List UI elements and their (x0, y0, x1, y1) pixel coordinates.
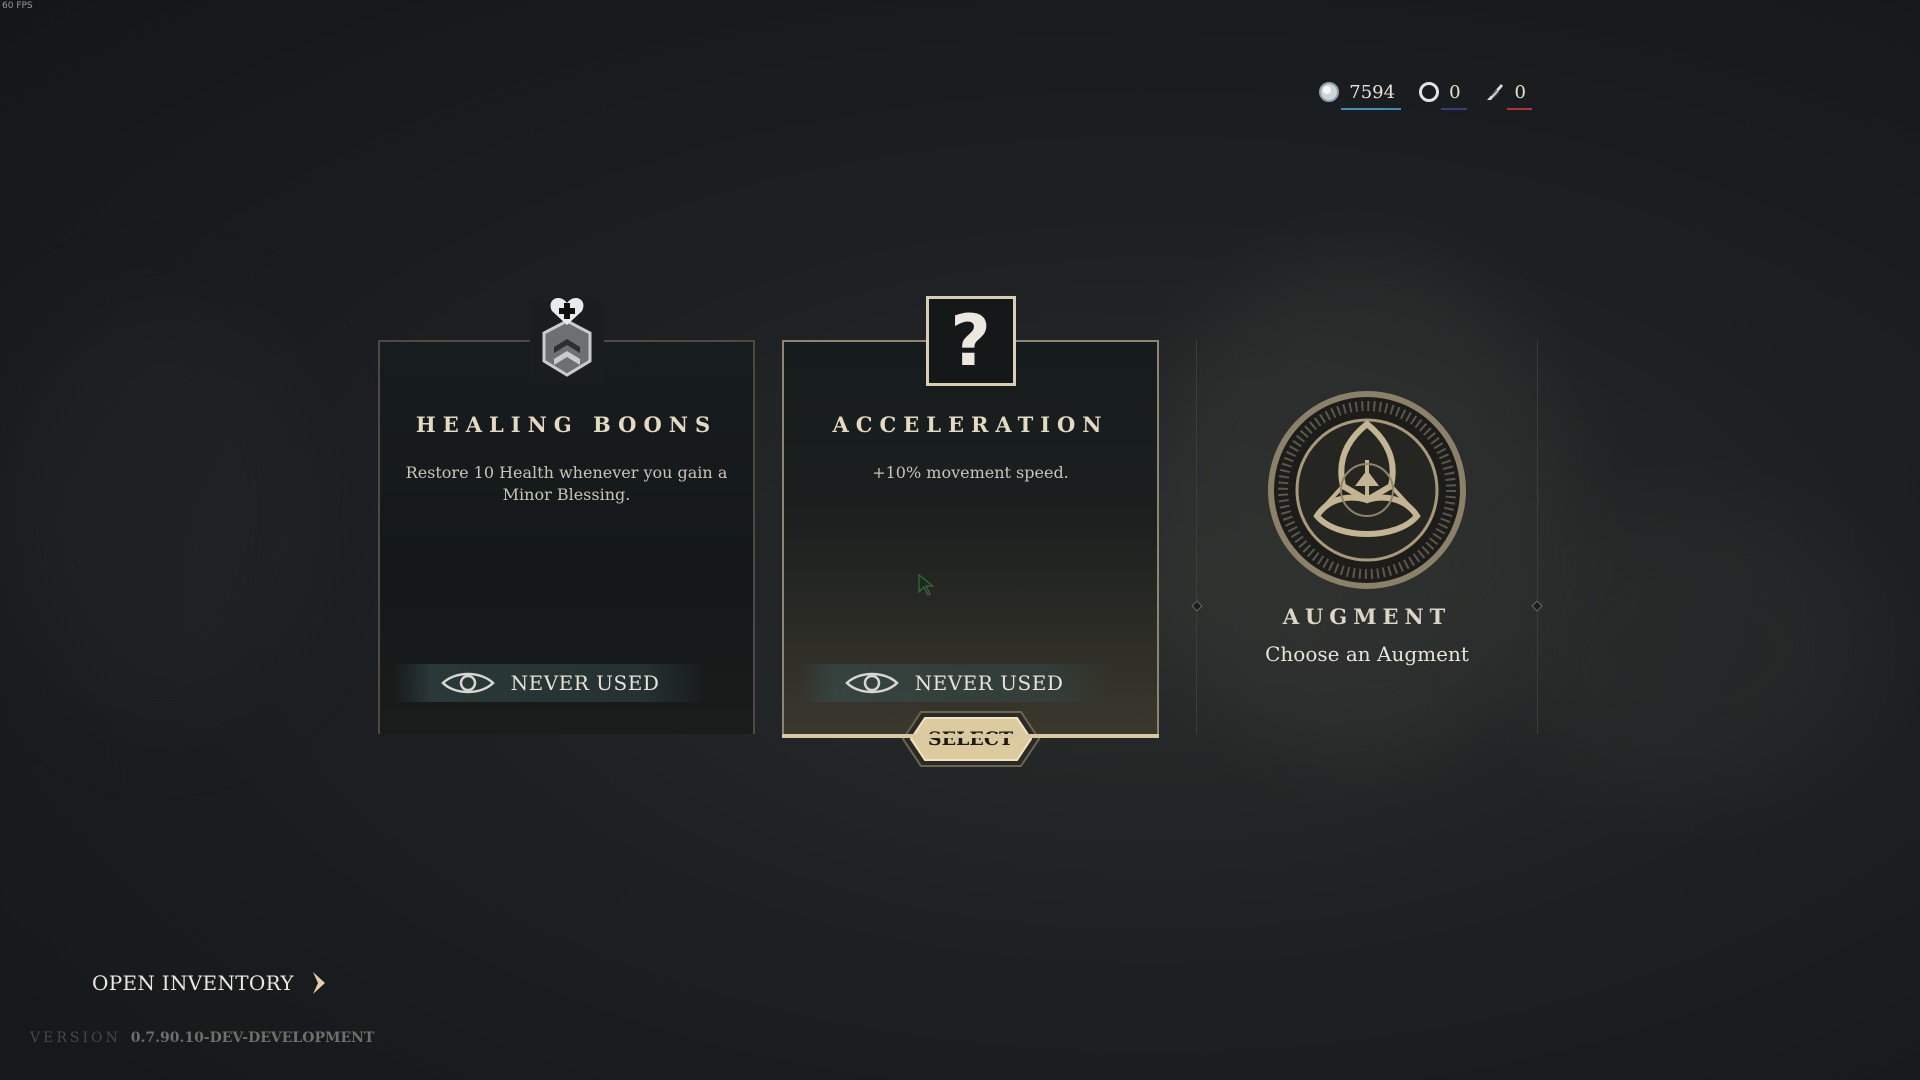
question-mark-icon: ? (925, 296, 1016, 386)
version-value: 0.7.90.10-DEV-DEVELOPMENT (130, 1030, 375, 1046)
chevron-right-icon (312, 972, 325, 994)
healing-shield-icon (522, 294, 612, 384)
usage-indicator: NEVER USED (394, 664, 706, 702)
currency-spirit-value: 7594 (1349, 81, 1396, 103)
currency-feather: 0 (1483, 80, 1532, 110)
spirit-orb-icon (1319, 82, 1340, 102)
augment-emblem-icon (1268, 391, 1466, 589)
usage-label: NEVER USED (510, 671, 660, 695)
background-glow (0, 300, 320, 720)
augment-title: AUGMENT (1282, 604, 1452, 629)
currency-feather-value: 0 (1514, 81, 1526, 103)
eye-icon (844, 672, 899, 694)
upgrade-card-acceleration[interactable]: ? ACCELERATION +10% movement speed. NEVE… (782, 296, 1159, 767)
open-inventory-button[interactable]: OPEN INVENTORY (92, 970, 328, 996)
currency-spirit-underline (1341, 108, 1402, 110)
usage-label: NEVER USED (914, 671, 1064, 695)
version-key: VERSION (30, 1030, 121, 1046)
background-glow (1500, 500, 1880, 800)
version-info: VERSION 0.7.90.10-DEV-DEVELOPMENT (30, 1030, 374, 1046)
card-description: Restore 10 Health whenever you gain a Mi… (405, 463, 728, 504)
augment-left-divider (1196, 340, 1197, 734)
usage-indicator: NEVER USED (798, 664, 1110, 702)
card-description: +10% movement speed. (872, 463, 1069, 482)
fps-counter: 60 FPS (2, 1, 33, 11)
card-title: ACCELERATION (832, 412, 1109, 437)
select-button[interactable]: SELECT (901, 710, 1041, 768)
mouse-cursor-icon (918, 574, 935, 596)
augment-slot[interactable]: AUGMENT Choose an Augment (1191, 340, 1543, 734)
currency-ring: 0 (1417, 80, 1467, 110)
open-inventory-label: OPEN INVENTORY (92, 971, 294, 995)
currency-ring-value: 0 (1449, 81, 1461, 103)
currency-spirit: 7594 (1317, 80, 1402, 110)
currency-bar: 7594 0 0 (1317, 80, 1532, 110)
feather-scroll-icon (1486, 84, 1503, 100)
augment-right-divider (1537, 340, 1538, 734)
upgrade-card-healing-boons[interactable]: HEALING BOONS Restore 10 Health whenever… (378, 297, 755, 734)
ring-icon (1419, 82, 1440, 102)
currency-ring-underline (1441, 108, 1467, 110)
eye-icon (440, 672, 495, 694)
select-button-label: SELECT (927, 728, 1014, 750)
augment-subtitle: Choose an Augment (1265, 642, 1469, 666)
card-title: HEALING BOONS (415, 412, 718, 437)
currency-feather-underline (1506, 108, 1532, 110)
